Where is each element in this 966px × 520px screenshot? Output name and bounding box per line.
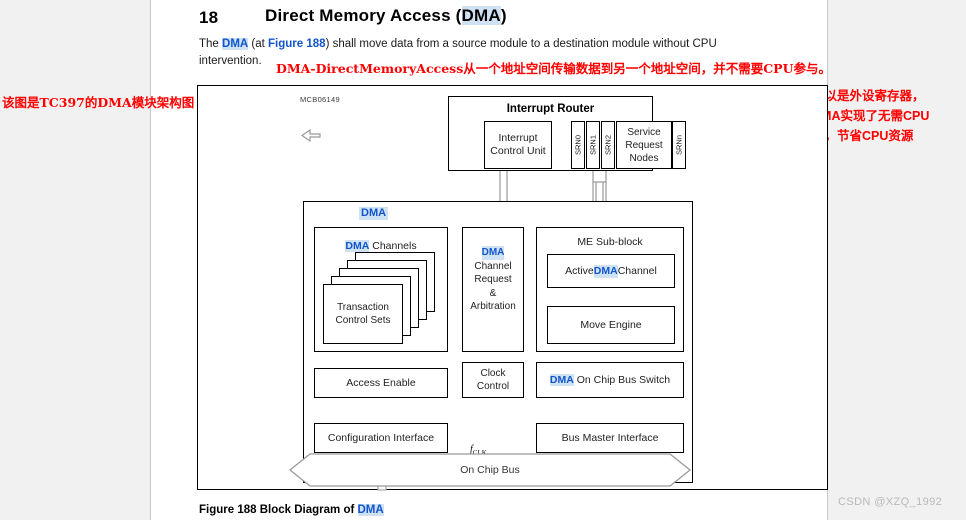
active-dma-pre: Active — [565, 264, 594, 277]
crab-line-2: Channel — [474, 260, 512, 272]
dma-block: DMA DMA Channels Transaction Control Set… — [303, 201, 693, 483]
para-text-a: The — [199, 38, 223, 50]
channel-request-arbitration-text: DMA Channel Request & Arbitration — [463, 246, 523, 314]
ocbs-text: DMA On Chip Bus Switch — [549, 373, 671, 387]
configuration-interface-block: Configuration Interface — [314, 423, 448, 453]
dma-channels-label-dma: DMA — [345, 240, 370, 252]
para-dma-link[interactable]: DMA — [222, 38, 249, 50]
on-chip-bus-arrow: On Chip Bus — [288, 453, 692, 487]
para-text-b: (at — [248, 38, 269, 50]
clock-control-block: Clock Control — [462, 362, 524, 398]
dma-block-title: DMA — [359, 207, 389, 220]
heading-number: 18 — [199, 8, 219, 27]
annotation-inline-red: DMA-DirectMemoryAccess从一个地址空间传输数据到另一个地址空… — [276, 61, 831, 76]
me-subblock-title: ME Sub-block — [577, 236, 643, 248]
service-request-nodes-block: Service Request Nodes — [616, 121, 672, 169]
page-heading: 18 Direct Memory Access (DMA) — [199, 6, 819, 34]
figure-caption: Figure 188 Block Diagram of DMA — [199, 504, 384, 516]
on-chip-bus-label: On Chip Bus — [460, 464, 520, 476]
crab-line-1: DMA — [481, 246, 505, 260]
interrupt-router-title: Interrupt Router — [506, 103, 595, 115]
transaction-control-sets-card: Transaction Control Sets — [323, 284, 403, 344]
dma-channels-block: DMA Channels Transaction Control Sets — [314, 227, 448, 352]
annotation-left-red: 该图是TC397的DMA模块架构图 — [2, 95, 195, 110]
srn2-label: SRN2 — [603, 134, 613, 156]
paragraph-line-1: The DMA (at Figure 188) shall move data … — [199, 36, 807, 53]
caption-dma: DMA — [357, 504, 384, 516]
srnn-column: SRNn — [672, 121, 686, 169]
watermark: CSDN @XZQ_1992 — [838, 496, 943, 508]
para-text-c: ) shall move data from a source module t… — [325, 38, 717, 50]
ocbs-rest: On Chip Bus Switch — [573, 373, 671, 386]
ocbs-dma: DMA — [549, 373, 574, 386]
page-title: Direct Memory Access (DMA) — [265, 6, 507, 26]
right-gutter — [828, 0, 966, 520]
interrupt-control-unit-block: Interrupt Control Unit — [484, 121, 552, 169]
move-engine-block: Move Engine — [547, 306, 675, 344]
srn1-column: SRN1 — [586, 121, 600, 169]
dma-channel-request-arbitration-block: DMA Channel Request & Arbitration — [462, 227, 524, 352]
active-dma-mid: DMA — [593, 264, 618, 278]
dma-channels-label-rest: Channels — [369, 240, 417, 252]
srn1-label: SRN1 — [588, 134, 598, 156]
srn0-label: SRN0 — [573, 134, 583, 156]
srn0-column: SRN0 — [571, 121, 585, 169]
srn2-column: SRN2 — [601, 121, 615, 169]
clock-control-l1: Clock — [480, 368, 506, 379]
access-enable-block: Access Enable — [314, 368, 448, 398]
left-gutter — [0, 0, 150, 520]
bus-master-interface-block: Bus Master Interface — [536, 423, 684, 453]
figure-block-diagram: MCB06149 Interrupt Router Interrupt Cont… — [197, 85, 828, 491]
srnn-label: SRNn — [674, 134, 684, 156]
interrupt-router-block: Interrupt Router Interrupt Control Unit … — [448, 96, 686, 171]
active-dma-channel-block: Active DMA Channel — [547, 254, 675, 288]
clock-control-text: Clock Control — [477, 367, 509, 393]
dma-on-chip-bus-switch-block: DMA On Chip Bus Switch — [536, 362, 684, 398]
crab-line-5: Arbitration — [470, 301, 516, 312]
heading-title-dma: DMA — [461, 6, 501, 25]
caption-pre: Figure 188 Block Diagram of — [199, 504, 358, 516]
crab-line-4: & — [489, 287, 497, 299]
heading-title-post: ) — [500, 6, 507, 25]
heading-title-pre: Direct Memory Access ( — [265, 6, 462, 25]
clock-control-l2: Control — [476, 381, 510, 392]
me-subblock: ME Sub-block Active DMA Channel Move Eng… — [536, 227, 684, 352]
figure-reference-link[interactable]: Figure 188 — [268, 38, 326, 50]
crab-line-3: Request — [474, 274, 512, 285]
active-dma-post: Channel — [617, 264, 657, 277]
